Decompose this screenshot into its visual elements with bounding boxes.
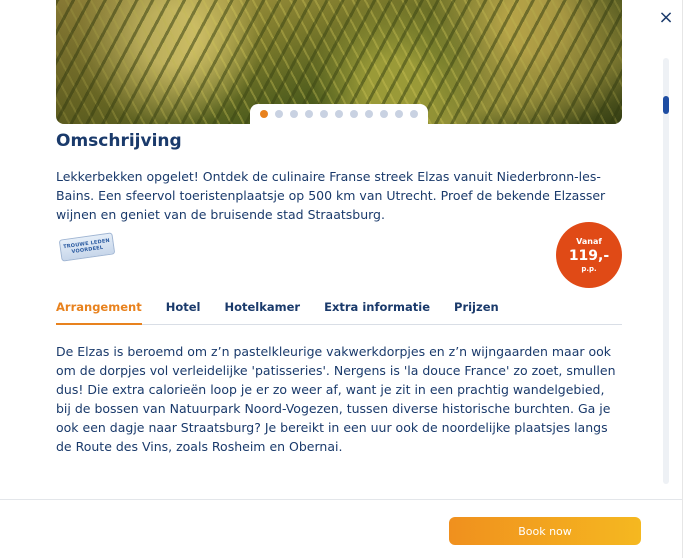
price-amount: 119,-	[568, 247, 610, 264]
price-from-label: Vanaf	[576, 236, 602, 246]
hero-image[interactable]	[56, 0, 622, 124]
tab-arrangement[interactable]: Arrangement	[56, 300, 142, 325]
tab-hotelkamer[interactable]: Hotelkamer	[224, 300, 300, 324]
scrollbar-thumb[interactable]	[663, 96, 669, 114]
carousel-dot[interactable]	[335, 110, 343, 118]
carousel-dot[interactable]	[260, 110, 268, 118]
carousel-dot[interactable]	[320, 110, 328, 118]
description-text: Lekkerbekken opgelet! Ontdek de culinair…	[56, 169, 606, 222]
price-badge: Vanaf 119,- p.p.	[556, 222, 622, 288]
carousel-dot[interactable]	[395, 110, 403, 118]
tab-hotel[interactable]: Hotel	[166, 300, 201, 324]
loyalty-badge-logo: TROUWE LEDEN VOORDEEL	[58, 232, 116, 262]
offer-dialog: × Omschrijving Lekkerbekken opgelet! Ont…	[0, 0, 683, 558]
carousel-dot[interactable]	[365, 110, 373, 118]
tab-extra-informatie[interactable]: Extra informatie	[324, 300, 430, 324]
carousel-dot[interactable]	[350, 110, 358, 118]
section-heading: Omschrijving	[56, 131, 182, 151]
book-now-button[interactable]: Book now	[449, 517, 641, 545]
carousel-dot[interactable]	[290, 110, 298, 118]
tab-bar: Arrangement Hotel Hotelkamer Extra infor…	[56, 300, 622, 325]
carousel-dots	[250, 104, 428, 124]
carousel-dot[interactable]	[380, 110, 388, 118]
arrangement-text: De Elzas is beroemd om z’n pastelkleurig…	[56, 344, 616, 454]
close-icon[interactable]: ×	[657, 9, 675, 27]
scrollbar[interactable]	[663, 58, 669, 484]
carousel-dot[interactable]	[305, 110, 313, 118]
price-unit: p.p.	[581, 264, 597, 273]
footer-bar: Book now	[0, 499, 682, 558]
tab-prijzen[interactable]: Prijzen	[454, 300, 499, 324]
carousel-dot[interactable]	[275, 110, 283, 118]
carousel-dot[interactable]	[410, 110, 418, 118]
